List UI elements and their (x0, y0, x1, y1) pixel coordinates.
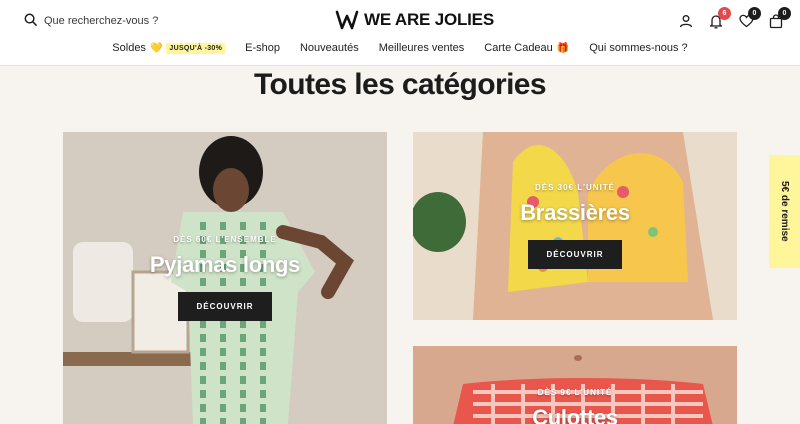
card-title: Pyjamas longs (149, 252, 301, 277)
gift-icon: 🎁 (556, 42, 570, 54)
card-overlay: DÈS 9€ L'UNITÉ Culottes (413, 346, 737, 424)
card-eyebrow: DÈS 9€ L'UNITÉ (537, 388, 613, 397)
nav-item-soldes[interactable]: Soldes 💛 JUSQU'À -30% (112, 42, 226, 54)
card-overlay: DÈS 30€ L'UNITÉ Brassières DÉCOUVRIR (413, 132, 737, 320)
card-eyebrow: DÈS 60€ L'ENSEMBLE (173, 235, 277, 244)
header-actions: 6 0 0 (678, 7, 791, 30)
cart-badge: 0 (778, 7, 791, 20)
discount-side-tab-label: 5€ de remise (779, 181, 790, 242)
discount-side-tab[interactable]: 5€ de remise (769, 155, 800, 268)
search-bar[interactable]: Que recherchez-vous ? (24, 13, 158, 29)
nav-item-qui-sommes-nous[interactable]: Qui sommes-nous ? (589, 42, 687, 54)
nav-item-meilleures-ventes[interactable]: Meilleures ventes (379, 42, 465, 54)
account-icon[interactable] (678, 12, 694, 30)
category-card-brassieres[interactable]: DÈS 30€ L'UNITÉ Brassières DÉCOUVRIR (413, 132, 737, 320)
main-nav: Soldes 💛 JUSQU'À -30% E-shop Nouveautés … (0, 42, 800, 54)
logo-mark-icon (335, 9, 359, 31)
discover-button[interactable]: DÉCOUVRIR (528, 240, 622, 269)
logo-text: WE ARE JOLIES (364, 10, 494, 29)
nav-carte-cadeau-label: Carte Cadeau (484, 42, 553, 54)
notifications-bell-icon[interactable]: 6 (708, 7, 731, 30)
search-icon[interactable] (24, 13, 37, 29)
wishlist-badge: 0 (748, 7, 761, 20)
nav-item-eshop[interactable]: E-shop (245, 42, 280, 54)
nav-item-nouveautes[interactable]: Nouveautés (300, 42, 359, 54)
nav-item-carte-cadeau[interactable]: Carte Cadeau 🎁 (484, 42, 569, 54)
brand-logo[interactable]: WE ARE JOLIES (335, 9, 494, 31)
sale-promo-badge: JUSQU'À -30% (166, 42, 226, 54)
card-eyebrow: DÈS 30€ L'UNITÉ (534, 183, 616, 192)
site-header: Que recherchez-vous ? WE ARE JOLIES 6 0 … (0, 0, 800, 66)
wishlist-heart-icon[interactable]: 0 (738, 7, 761, 30)
card-title: Brassières (520, 200, 630, 225)
card-title: Culottes (532, 405, 618, 424)
category-card-pyjamas[interactable]: DÈS 60€ L'ENSEMBLE Pyjamas longs DÉCOUVR… (63, 132, 387, 424)
category-card-culottes[interactable]: DÈS 9€ L'UNITÉ Culottes (413, 346, 737, 424)
yellow-heart-icon: 💛 (149, 42, 163, 54)
nav-soldes-label: Soldes (112, 42, 146, 54)
discover-button[interactable]: DÉCOUVRIR (178, 292, 272, 321)
page-title: Toutes les catégories (254, 68, 547, 101)
notifications-badge: 6 (718, 7, 731, 20)
cart-bag-icon[interactable]: 0 (768, 7, 791, 30)
search-placeholder[interactable]: Que recherchez-vous ? (44, 15, 158, 27)
card-overlay: DÈS 60€ L'ENSEMBLE Pyjamas longs DÉCOUVR… (63, 132, 387, 424)
